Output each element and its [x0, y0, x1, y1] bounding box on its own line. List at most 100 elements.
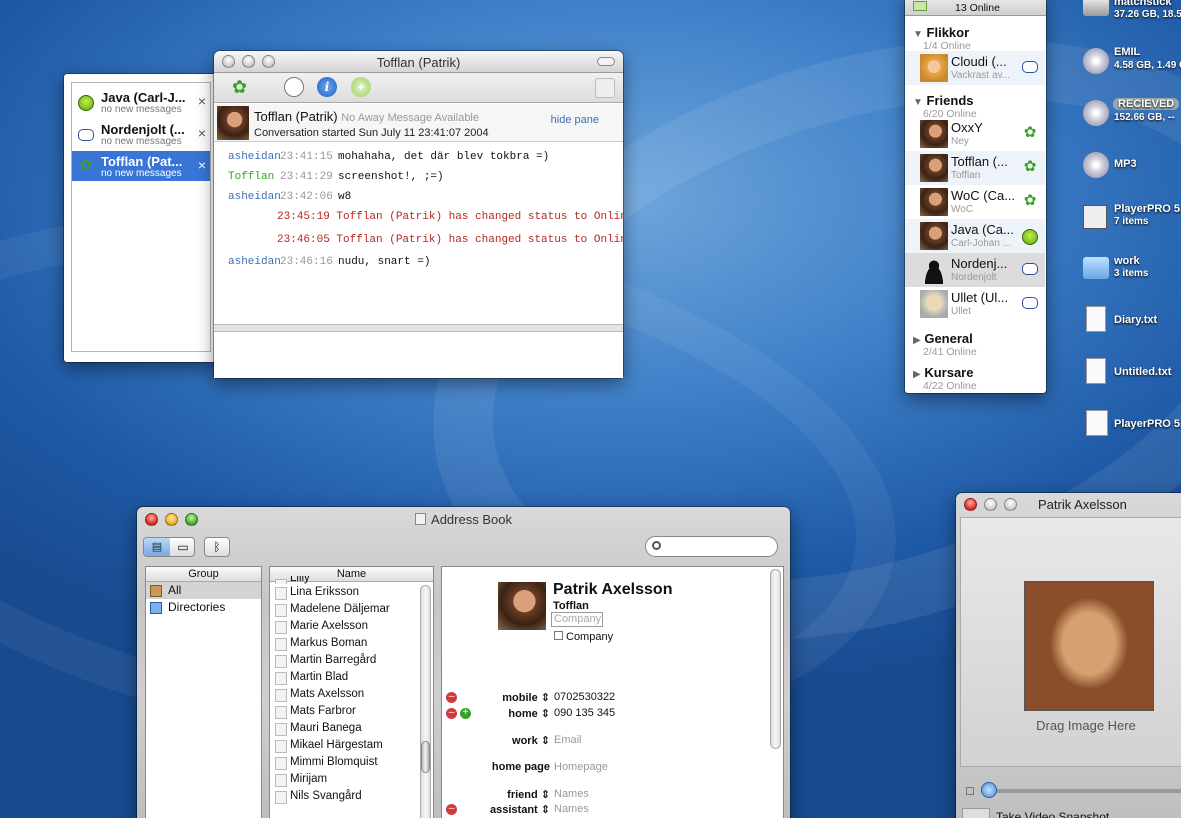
group-flikkor[interactable]: ▼ Flikkor 1/4 Online — [913, 25, 971, 52]
buddy-list-window: 13 Online ▼ Flikkor 1/4 Online Cloudi (..… — [905, 0, 1046, 393]
add-contact-icon[interactable]: + — [351, 77, 371, 97]
compose-icon[interactable] — [595, 78, 615, 98]
remove-field-icon[interactable]: – — [446, 804, 457, 815]
hide-pane-link[interactable]: hide pane — [551, 114, 599, 126]
remove-field-icon[interactable]: – — [446, 708, 457, 719]
minimize-button[interactable] — [984, 498, 997, 511]
home-value[interactable]: 090 135 345 — [554, 707, 615, 719]
chat-window: Tofflan (Patrik) ✿ i + Tofflan (Patrik) … — [214, 51, 623, 378]
splitter[interactable] — [214, 324, 623, 332]
info-icon[interactable]: i — [317, 77, 337, 97]
field-label-assistant: assistant ⇕ — [490, 804, 550, 816]
contact-image — [1024, 581, 1154, 711]
conversation-started: Conversation started Sun July 11 23:41:0… — [254, 127, 489, 139]
name-item[interactable]: Mirijam — [270, 771, 420, 788]
video-snapshot-button[interactable]: Take Video Snapshot — [996, 810, 1109, 818]
name-item[interactable]: Marie Axelsson — [270, 618, 420, 635]
buddy-row[interactable]: Ullet (Ul... Ullet — [905, 287, 1045, 321]
name-item[interactable]: Mats Farbror — [270, 703, 420, 720]
name-item[interactable]: Mikael Härgestam — [270, 737, 420, 754]
status-menu-icon[interactable]: ✿ — [232, 78, 247, 96]
app-icon — [1083, 205, 1107, 229]
scroll-thumb[interactable] — [421, 741, 430, 773]
contact-line: Tofflan (Patrik) No Away Message Availab… — [254, 109, 479, 124]
close-icon[interactable]: × — [198, 125, 206, 141]
ab-title-wrap: Address Book — [137, 512, 790, 527]
name-item[interactable]: Lina Eriksson — [270, 584, 420, 601]
close-button[interactable] — [964, 498, 977, 511]
close-icon[interactable]: × — [198, 157, 206, 173]
toolbar-toggle-button[interactable] — [597, 57, 615, 66]
contact-card: Patrik Axelsson Tofflan Company Company … — [441, 566, 784, 818]
name-item[interactable]: Markus Boman — [270, 635, 420, 652]
buddy-row[interactable]: Java (Ca... Carl-Johan ... — [905, 219, 1045, 253]
mail-icon[interactable] — [913, 1, 927, 11]
name-scrollbar[interactable] — [420, 585, 431, 818]
search-input[interactable] — [645, 536, 778, 557]
group-item-directories[interactable]: Directories — [146, 599, 261, 616]
buddy-silhouette — [920, 256, 948, 284]
view-segment: ▤ ▭ — [143, 537, 195, 557]
close-icon[interactable]: × — [198, 93, 206, 109]
card-nickname[interactable]: Tofflan — [553, 600, 589, 612]
name-item[interactable]: Martin Barregård — [270, 652, 420, 669]
name-item[interactable]: Madelene Däljemar — [270, 601, 420, 618]
remove-field-icon[interactable]: – — [446, 692, 457, 703]
ab-titlebar: Address Book — [137, 507, 790, 531]
image-well[interactable]: Drag Image Here — [960, 517, 1181, 767]
card-only-view-button[interactable]: ▭ — [171, 538, 194, 556]
chat-tab-java[interactable]: Java (Carl-J... no new messages × — [72, 87, 210, 117]
buddy-row[interactable]: Cloudi (... Vackrast av... — [905, 51, 1045, 85]
buddy-row[interactable]: OxxY Ney ✿ — [905, 117, 1045, 151]
card-scrollbar[interactable] — [770, 569, 781, 749]
field-label-homepage: home page — [491, 761, 550, 773]
message-row: Tofflan 23:41:29 screenshot!, ;=) — [228, 171, 444, 183]
email-value[interactable]: Email — [554, 734, 582, 746]
zoom-slider-knob[interactable] — [981, 782, 997, 798]
name-item[interactable]: Lilly — [270, 576, 420, 584]
history-clock-icon[interactable] — [284, 77, 304, 97]
friend-value[interactable]: Names — [554, 788, 589, 800]
search-icon — [652, 541, 661, 550]
company-field[interactable]: Company — [551, 612, 603, 627]
chat-tabs-drawer: Java (Carl-J... no new messages × Norden… — [64, 74, 218, 362]
zoom-slider[interactable] — [983, 789, 1181, 793]
buddy-photo — [920, 188, 948, 216]
card-and-column-view-button[interactable]: ▤ — [144, 538, 170, 556]
group-card-icon — [150, 585, 162, 597]
contact-photo — [217, 106, 249, 140]
group-item-all[interactable]: All — [146, 582, 261, 599]
message-row: asheidan23:41:15 mohahaha, det där blev t… — [228, 151, 550, 163]
contact-info-pane: Tofflan (Patrik) No Away Message Availab… — [214, 104, 623, 142]
buddy-row[interactable]: Tofflan (... Tofflan ✿ — [905, 151, 1045, 185]
buddy-row[interactable]: WoC (Ca... WoC ✿ — [905, 185, 1045, 219]
photo-window-title: Patrik Axelsson — [1038, 497, 1127, 512]
buddy-row[interactable]: Nordenj... Nordenjolt — [905, 253, 1045, 287]
buddy-photo — [920, 222, 948, 250]
assistant-value[interactable]: Names — [554, 803, 589, 815]
name-item[interactable]: Mimmi Blomquist — [270, 754, 420, 771]
chat-tab-tofflan[interactable]: ✿ Tofflan (Pat... no new messages × — [72, 151, 210, 181]
card-name[interactable]: Patrik Axelsson — [553, 581, 672, 599]
name-item[interactable]: Nils Svangård — [270, 788, 420, 805]
group-friends[interactable]: ▼ Friends 6/20 Online — [913, 93, 977, 120]
company-checkbox[interactable]: Company — [554, 631, 613, 643]
mobile-value[interactable]: 0702530322 — [554, 691, 615, 703]
name-item[interactable]: Mats Axelsson — [270, 686, 420, 703]
homepage-value[interactable]: Homepage — [554, 761, 608, 773]
name-item[interactable]: Martin Blad — [270, 669, 420, 686]
field-label-friend: friend ⇕ — [507, 789, 550, 801]
camera-icon[interactable] — [962, 808, 990, 818]
group-kursare[interactable]: ▶ Kursare 4/22 Online — [913, 365, 977, 392]
aim-icon — [78, 129, 94, 141]
card-photo[interactable] — [498, 582, 546, 630]
disc-icon — [1083, 100, 1109, 126]
flower-icon: ✿ — [1023, 158, 1037, 175]
message-input[interactable] — [214, 333, 623, 378]
zoom-button[interactable] — [1004, 498, 1017, 511]
group-header: Group — [146, 567, 261, 582]
name-item[interactable]: Mauri Banega — [270, 720, 420, 737]
group-general[interactable]: ▶ General 2/41 Online — [913, 331, 977, 358]
chat-tab-nordenjolt[interactable]: Nordenjolt (... no new messages × — [72, 119, 210, 149]
bluetooth-button[interactable]: ᛒ — [204, 537, 230, 557]
